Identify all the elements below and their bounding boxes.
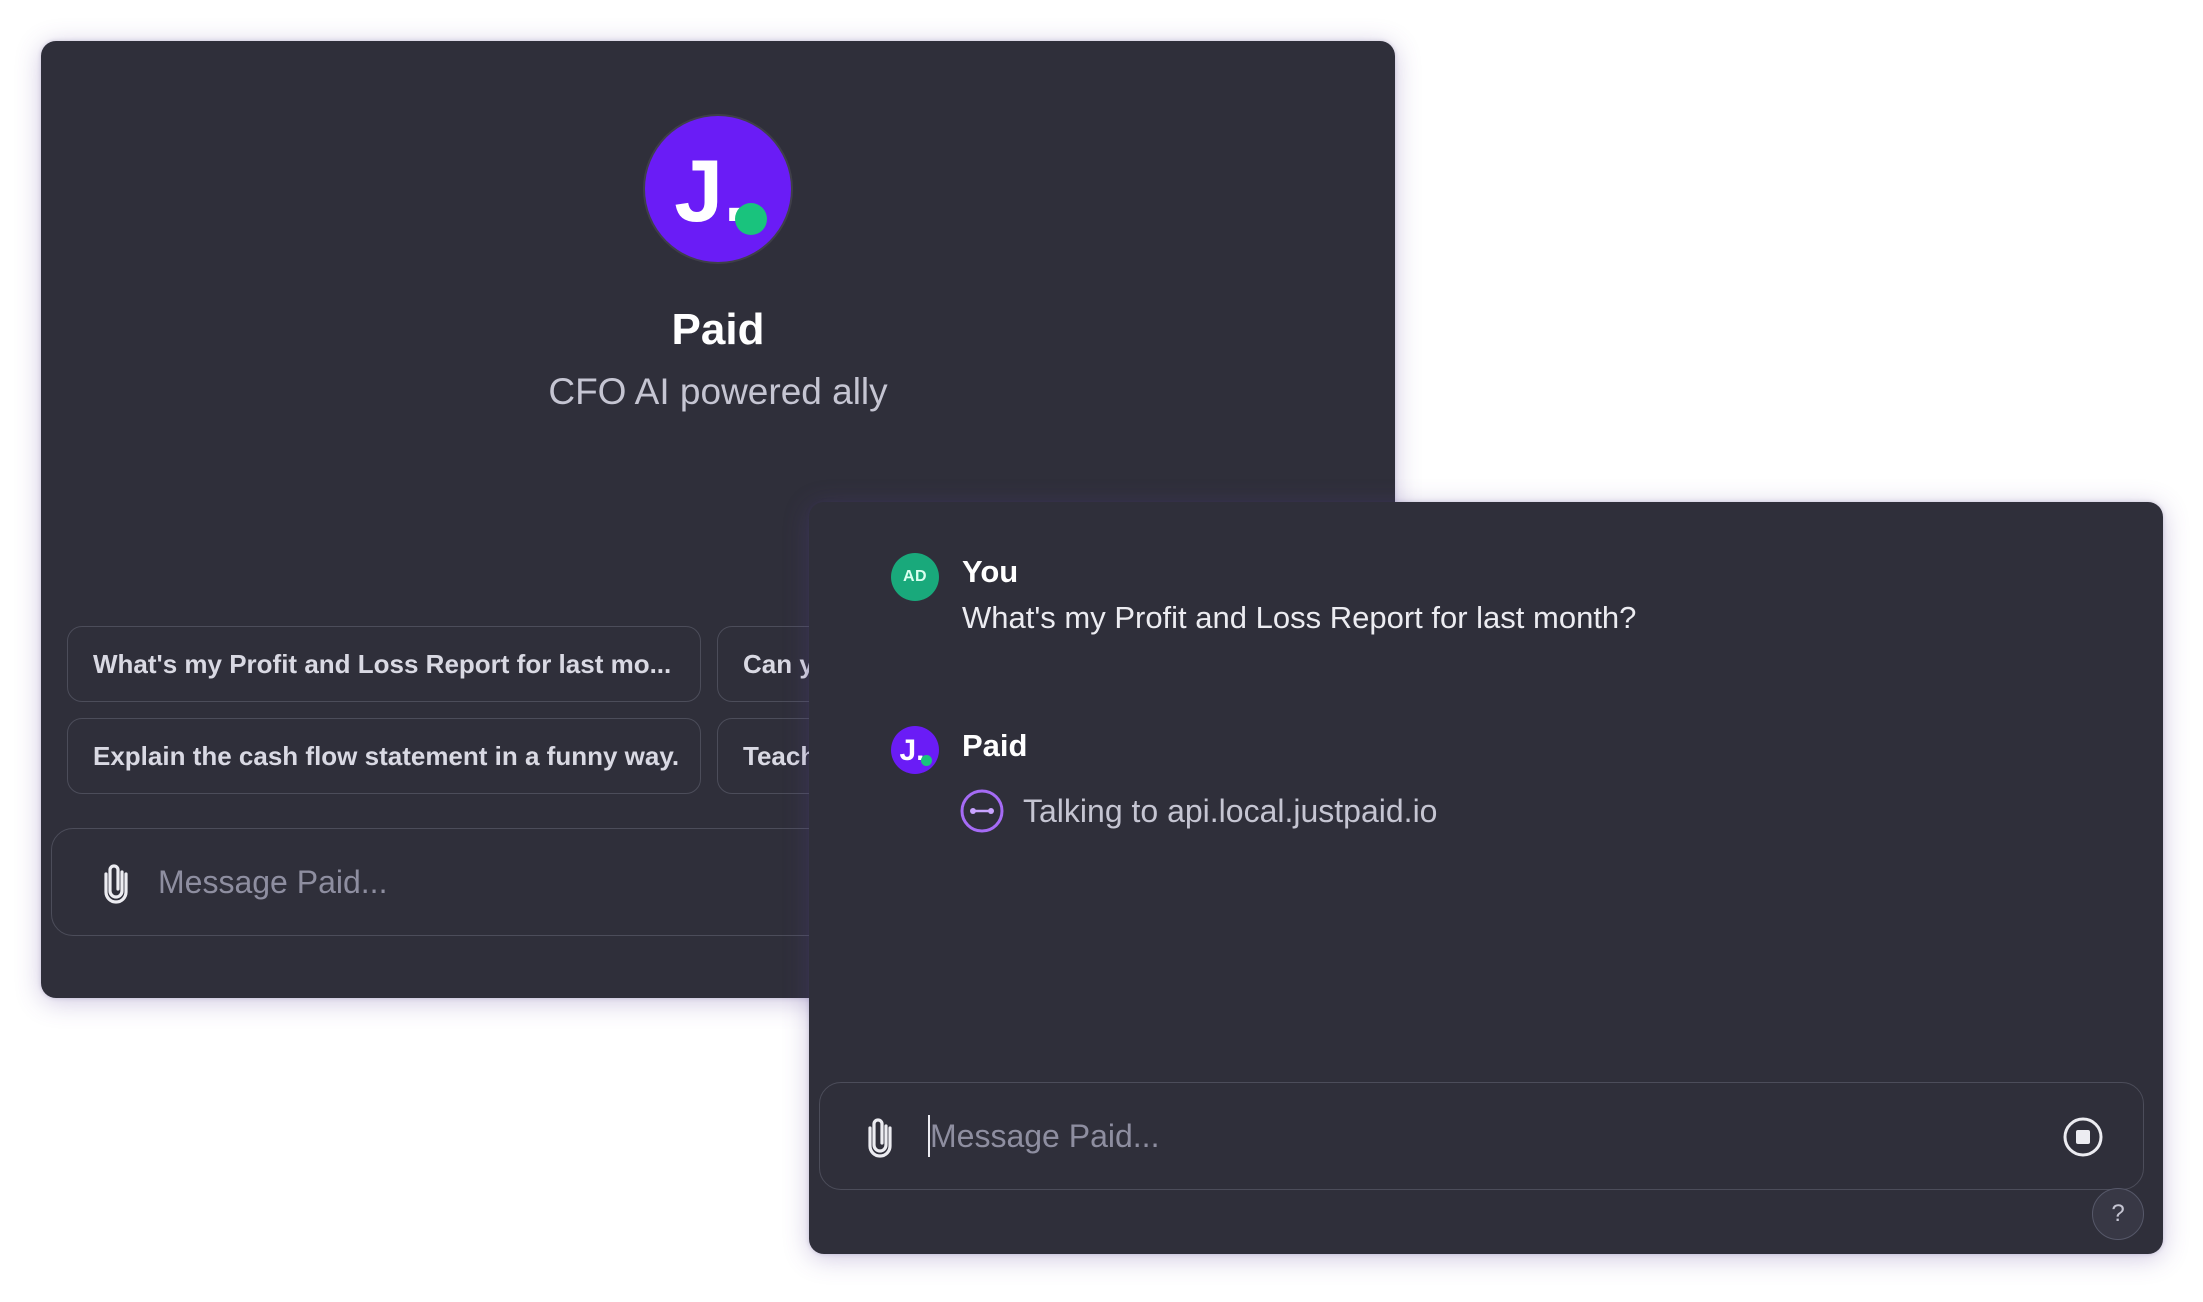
page: J. Paid CFO AI powered ally What's my Pr… [0,0,2203,1302]
tool-status[interactable]: Talking to api.local.justpaid.io [959,788,1437,834]
user-name: You [962,554,1019,589]
paperclip-icon[interactable] [96,858,136,906]
gpt-name: Paid [671,305,765,354]
user-avatar: AD [891,553,939,601]
suggestion-button[interactable]: Explain the cash flow statement in a fun… [67,718,701,794]
assistant-name: Paid [962,728,1028,763]
assistant-avatar: J. [891,726,939,774]
message-input[interactable]: Message Paid... [930,1118,1159,1155]
plugin-connect-icon [959,788,1005,834]
help-button[interactable]: ? [2092,1188,2144,1240]
tool-status-text: Talking to api.local.justpaid.io [1023,792,1438,829]
message-input[interactable]: Message Paid... [158,864,387,901]
gpt-tagline: CFO AI powered ally [548,371,888,412]
chat-panel: AD You What's my Profit and Loss Report … [809,502,2163,1254]
avatar-status-dot [921,755,932,766]
suggestion-button[interactable]: What's my Profit and Loss Report for las… [67,626,701,702]
stop-icon[interactable] [2061,1115,2105,1159]
user-message: What's my Profit and Loss Report for las… [962,600,1637,635]
paperclip-icon[interactable] [860,1112,900,1160]
avatar-status-dot [735,203,767,235]
gpt-avatar: J. [645,116,791,262]
message-composer[interactable]: Message Paid... [819,1082,2144,1190]
